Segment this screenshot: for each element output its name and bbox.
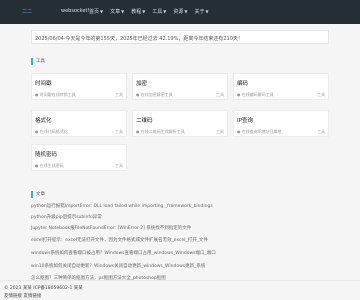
nav-item-about[interactable]: 关于▼: [194, 8, 208, 15]
tool-card-qrcode[interactable]: 二维码 ● 在线二维码生成解析工具 工具: [132, 110, 228, 137]
tool-card-desc: ● 在线查询IP地址归属地: [237, 129, 282, 134]
footer-copyright[interactable]: © 2023 某某 ICP备18059602-1 某某: [4, 285, 83, 291]
page-footer: © 2023 某某 ICP备18059602-1 某某 友情链接 友情链接: [0, 280, 360, 300]
tool-card-tag: 工具: [216, 92, 224, 97]
tool-card-desc: ● 在线二维码生成解析工具: [136, 129, 185, 134]
chevron-down-icon: ▼: [142, 9, 146, 14]
articles-section-header: 文章: [31, 190, 45, 198]
tool-card-tag: 工具: [115, 92, 123, 97]
footer-links[interactable]: 友情链接 友情链接: [4, 293, 41, 299]
chevron-down-icon: ▼: [184, 9, 188, 14]
tool-card-name: 编码: [237, 81, 249, 87]
section-accent-bar: [31, 190, 33, 198]
article-link[interactable]: python运行报错ImportError: DLL load failed w…: [31, 203, 213, 209]
tool-card-desc: ● 在线代码格式化: [35, 129, 68, 134]
tool-card-name: 随机密码: [35, 152, 58, 158]
tool-card-desc: ● 在线编码解码工具: [237, 92, 274, 97]
tool-card-timestamp[interactable]: 时间戳 ● 时间戳在线转换工具 工具: [31, 73, 127, 100]
nav-item-tutorials[interactable]: 教程▼: [131, 8, 145, 15]
tool-card-encrypt[interactable]: 加密 ● 在线加密解密工具 工具: [132, 73, 228, 100]
tool-card-encode[interactable]: 编码 ● 在线编码解码工具 工具: [233, 73, 329, 100]
tool-card-tag: 工具: [115, 163, 123, 168]
tool-card-name: 时间戳: [35, 81, 52, 87]
article-link[interactable]: Jupyter Notebook报FileNotFoundError: [Win…: [31, 225, 191, 231]
chevron-down-icon: ▼: [100, 9, 104, 14]
chevron-down-icon: ▼: [163, 9, 167, 14]
tool-card-desc: ● 在线加密解密工具: [136, 92, 173, 97]
top-navbar: 二二 websocket! 首页▼ 文章▼ 教程▼ 工具▼ 资源▼ 关于▼: [0, 0, 360, 24]
nav-item-home[interactable]: 首页▼: [89, 8, 103, 15]
date-notice: 2025/06/04·今天是今年的第155天，2025年已经过去 42.19%，…: [31, 30, 329, 44]
articles-section-title: 文章: [36, 192, 45, 197]
tool-card-tag: 工具: [216, 129, 224, 134]
tool-card-random-password[interactable]: 随机密码 ● 在线生成密码 工具: [31, 144, 127, 171]
tools-section-title: 工具: [36, 59, 45, 64]
nav-item-articles[interactable]: 文章▼: [110, 8, 124, 15]
tool-card-name: 加密: [136, 81, 148, 87]
chevron-down-icon: ▼: [205, 9, 209, 14]
nav-menu: 首页▼ 文章▼ 教程▼ 工具▼ 资源▼ 关于▼: [89, 8, 209, 15]
article-link[interactable]: windows系统如何查看端口被占用？Windows查看端口占用_windows…: [31, 250, 216, 256]
tool-card-name: 格式化: [35, 118, 52, 124]
article-link[interactable]: python升级pip后提示subinfo异常: [31, 214, 102, 220]
tool-card-format[interactable]: 格式化 ● 在线代码格式化 工具: [31, 110, 127, 137]
nav-item-resources[interactable]: 资源▼: [173, 8, 187, 15]
tool-card-name: 二维码: [136, 118, 153, 124]
site-logo[interactable]: 二二: [22, 8, 32, 15]
site-name-link[interactable]: websocket!: [61, 8, 90, 14]
tool-card-tag: 工具: [115, 129, 123, 134]
section-accent-bar: [31, 57, 33, 65]
nav-item-tools[interactable]: 工具▼: [152, 8, 166, 15]
chevron-down-icon: ▼: [121, 9, 125, 14]
article-link[interactable]: excel打开提示：excel无法打开文件，因为文件格式或文件扩展名无效_exc…: [31, 237, 208, 243]
tool-card-desc: ● 时间戳在线转换工具: [35, 92, 76, 97]
tool-card-desc: ● 在线生成密码: [35, 163, 64, 168]
tool-card-tag: 工具: [317, 92, 325, 97]
article-link[interactable]: win10系统如何关闭自动更新？Windows关闭自动更新_windows_Wi…: [31, 263, 205, 269]
tools-section-header: 工具: [31, 57, 45, 65]
tool-card-ip-lookup[interactable]: IP查询 ● 在线查询IP地址归属地 工具: [233, 110, 329, 137]
tool-card-tag: 工具: [317, 129, 325, 134]
tool-card-name: IP查询: [237, 118, 253, 124]
